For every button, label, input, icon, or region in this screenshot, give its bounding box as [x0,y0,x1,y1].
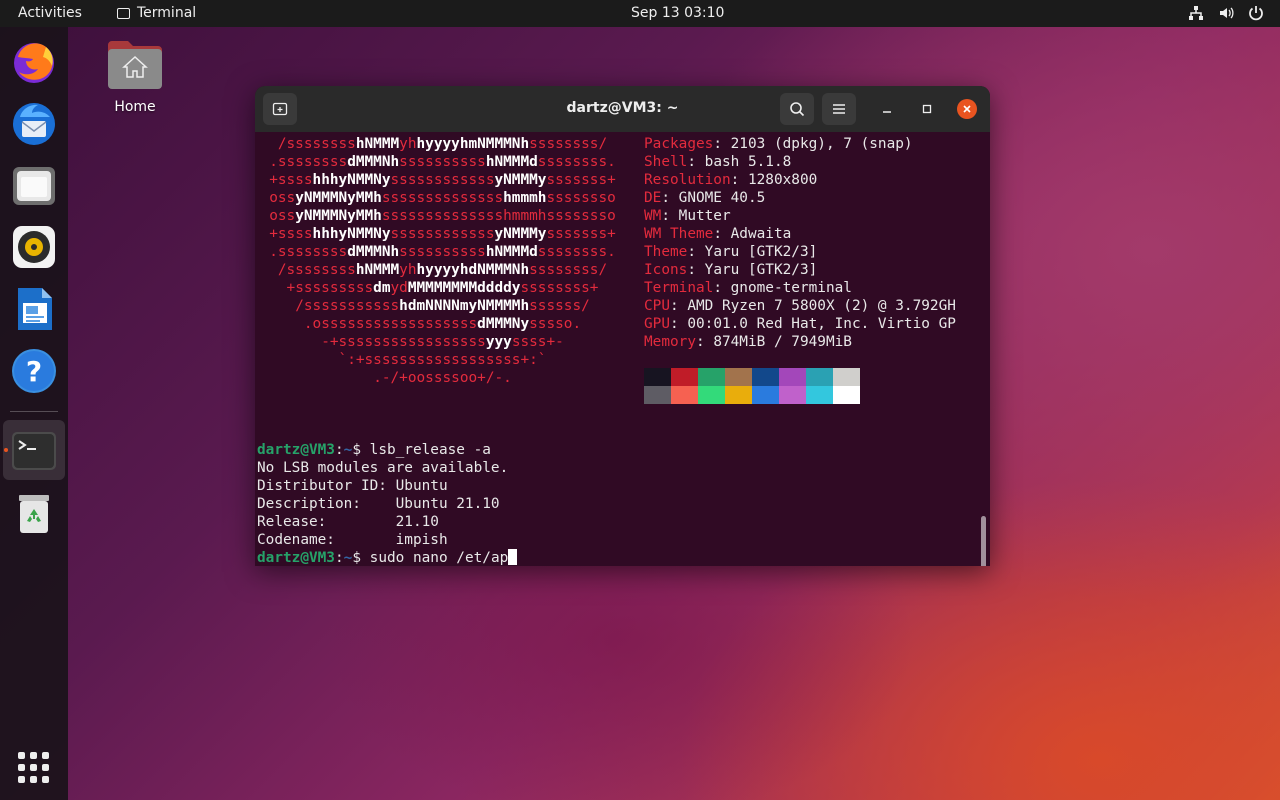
dock: ? [0,27,68,800]
volume-icon[interactable] [1218,5,1234,21]
terminal-titlebar[interactable]: dartz@VM3: ~ [255,86,990,132]
palette-swatch [779,386,806,404]
app-menu-button[interactable]: Terminal [117,5,196,21]
palette-swatch [806,386,833,404]
info-row: Resolution: 1280x800 [644,172,818,188]
rhythmbox-icon[interactable] [10,223,58,271]
palette-swatch [644,368,671,386]
dock-separator [10,411,58,412]
minimize-button[interactable] [877,99,897,119]
search-icon [790,102,805,117]
palette-swatch [752,368,779,386]
scrollbar-thumb[interactable] [981,516,986,566]
libreoffice-writer-icon[interactable] [10,285,58,333]
output-text: Description: Ubuntu 21.10 [257,496,500,512]
palette-swatch [698,368,725,386]
terminal-window[interactable]: dartz@VM3: ~ /sssssssshNMMMyhhyyyyhmNMMM… [255,86,990,566]
activities-button[interactable]: Activities [18,5,82,21]
close-button[interactable] [957,99,977,119]
hamburger-menu-icon [833,104,845,114]
svg-text:?: ? [26,355,42,388]
system-info: Packages: 2103 (dpkg), 7 (snap) Shell: b… [644,135,956,351]
palette-swatch [725,368,752,386]
output-text: Release: 21.10 [257,514,439,530]
info-row: DE: GNOME 40.5 [644,190,766,206]
output-text: Codename: impish [257,532,448,548]
text-cursor [508,549,518,565]
minimize-icon [883,111,891,113]
clock[interactable]: Sep 13 03:10 [631,5,724,21]
thunderbird-icon[interactable] [10,99,58,147]
info-row: WM: Mutter [644,208,731,224]
app-menu-label: Terminal [137,5,197,21]
palette-swatch [671,386,698,404]
info-row: WM Theme: Adwaita [644,226,792,242]
palette-swatch [671,368,698,386]
palette-swatch [833,368,860,386]
info-row: Packages: 2103 (dpkg), 7 (snap) [644,136,913,152]
shell-session[interactable]: dartz@VM3:~$ lsb_release -a No LSB modul… [257,441,518,566]
home-folder-label: Home [114,99,156,115]
info-row: Theme: Yaru [GTK2/3] [644,244,818,260]
trash-icon[interactable] [10,489,58,537]
palette-swatch [806,368,833,386]
info-row: Terminal: gnome-terminal [644,280,852,296]
output-line: Codename: impish [257,531,517,549]
palette-swatch [725,386,752,404]
output-text: Distributor ID: Ubuntu [257,478,448,494]
output-line: Distributor ID: Ubuntu [257,477,517,495]
palette-swatch [752,386,779,404]
color-palette [644,368,860,404]
top-bar: Activities Terminal Sep 13 03:10 [0,0,1280,27]
terminal-content[interactable]: /sssssssshNMMMyhhyyyyhmNMMMNhssssssss/ .… [255,132,990,566]
output-line: Release: 21.10 [257,513,517,531]
maximize-icon [922,104,932,114]
info-row: Shell: bash 5.1.8 [644,154,792,170]
home-folder-icon [108,41,162,89]
palette-swatch [833,386,860,404]
palette-row-normal [644,368,860,386]
ubuntu-ascii-logo: /sssssssshNMMMyhhyyyyhmNMMMNhssssssss/ .… [269,136,616,386]
show-applications-icon[interactable] [18,752,50,784]
info-row: CPU: AMD Ryzen 7 5800X (2) @ 3.792GH [644,298,956,314]
palette-swatch [698,386,725,404]
close-icon [963,105,971,113]
info-row: Memory: 874MiB / 7949MiB [644,334,852,350]
firefox-icon[interactable] [10,37,58,85]
running-indicator [4,448,8,452]
system-tray[interactable] [1188,5,1264,21]
info-row: Icons: Yaru [GTK2/3] [644,262,818,278]
info-row: GPU: 00:01.0 Red Hat, Inc. Virtio GP [644,316,956,332]
files-icon[interactable] [10,161,58,209]
terminal-app-icon [117,7,130,19]
terminal-icon[interactable] [10,427,58,475]
help-icon[interactable]: ? [10,347,58,395]
output-line: Description: Ubuntu 21.10 [257,495,517,513]
network-icon[interactable] [1188,5,1204,21]
desktop-home-folder[interactable]: Home [100,37,170,115]
palette-swatch [644,386,671,404]
output-line: No LSB modules are available. [257,460,509,476]
command-line-current[interactable]: dartz@VM3:~$ sudo nano /et/ap [257,549,518,566]
menu-button[interactable] [822,93,856,125]
palette-swatch [779,368,806,386]
palette-row-bright [644,386,860,404]
search-button[interactable] [780,93,814,125]
command-line: dartz@VM3:~$ lsb_release -a [257,442,491,458]
power-icon[interactable] [1248,5,1264,21]
maximize-button[interactable] [917,99,937,119]
